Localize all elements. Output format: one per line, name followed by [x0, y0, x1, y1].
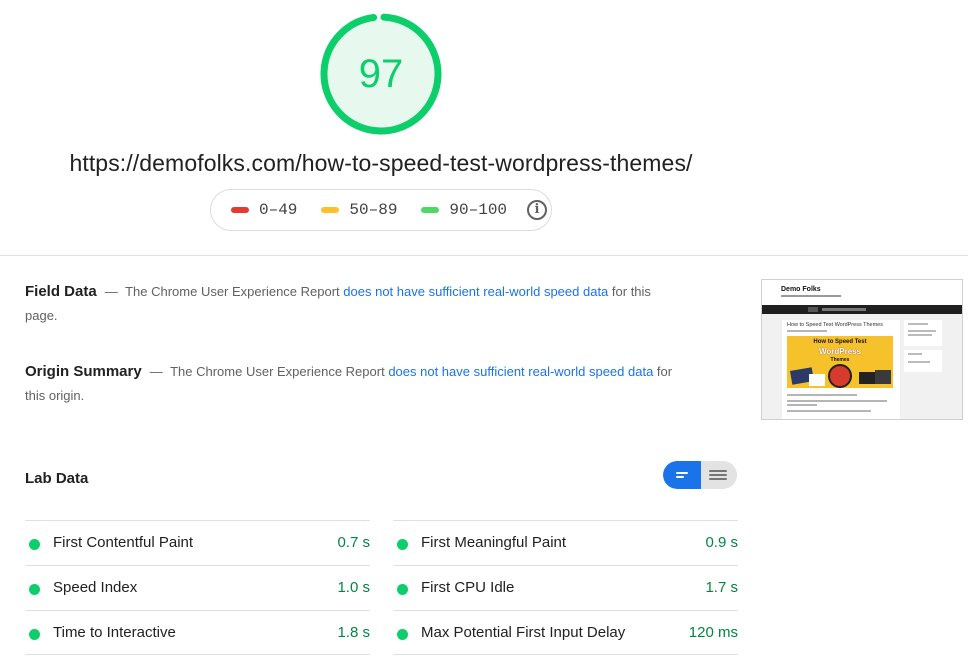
pass-indicator-icon: [29, 539, 40, 550]
thumbnail-text-line: [787, 400, 887, 402]
metric-name: First Contentful Paint: [53, 534, 194, 551]
legend-item-pass: 90–100: [421, 201, 507, 219]
field-data-text: The Chrome User Experience Report: [125, 284, 340, 299]
pass-indicator-icon: [397, 584, 408, 595]
metric-value: 0.9 s: [705, 534, 738, 551]
pass-indicator-icon: [29, 584, 40, 595]
metric-value: 1.0 s: [337, 579, 370, 596]
metric-name: Max Potential First Input Delay: [421, 624, 626, 641]
thumbnail-text-line: [787, 404, 817, 406]
thumbnail-site-header: Demo Folks: [762, 280, 962, 305]
thumbnail-widget-title: [908, 323, 928, 325]
legend-average-label: 50–89: [349, 201, 398, 219]
metric-value: 1.7 s: [705, 579, 738, 596]
metric-max-potential-fid: Max Potential First Input Delay 120 ms: [393, 610, 738, 655]
thumbnail-sidebar-widget: [904, 350, 942, 372]
page-screenshot-thumbnail: Demo Folks How to Speed Test WordPress T…: [761, 279, 963, 420]
performance-score-gauge: 97: [320, 13, 442, 135]
thumbnail-text-line: [787, 410, 871, 412]
metric-first-contentful-paint: First Contentful Paint 0.7 s: [25, 520, 370, 565]
thumbnail-post-meta: [787, 330, 827, 332]
lab-metrics-right-column: First Meaningful Paint 0.9 s First CPU I…: [393, 520, 738, 655]
thumbnail-hero-logo: [828, 364, 852, 388]
info-icon[interactable]: i: [527, 200, 548, 220]
thumbnail-hero-image: How to Speed Test WordPress Themes: [787, 336, 893, 388]
thumbnail-hero-line1: How to Speed Test: [813, 339, 867, 345]
lab-metrics-left-column: First Contentful Paint 0.7 s Speed Index…: [25, 520, 370, 655]
legend-fail-label: 0–49: [259, 201, 298, 219]
field-data-dash: —: [104, 284, 118, 299]
metric-name: First Meaningful Paint: [421, 534, 567, 551]
field-data-link[interactable]: does not have sufficient real-world spee…: [343, 284, 608, 299]
origin-summary-text: The Chrome User Experience Report: [170, 364, 385, 379]
score-legend: 0–49 50–89 90–100 i: [210, 189, 552, 231]
metric-first-cpu-idle: First CPU Idle 1.7 s: [393, 565, 738, 610]
thumbnail-hero-line2: WordPress: [818, 347, 862, 356]
origin-summary-heading: Origin Summary: [25, 363, 142, 380]
thumbnail-site-title: Demo Folks: [781, 286, 821, 293]
legend-fail-bar: [231, 207, 249, 213]
thumbnail-hero-line3: Themes: [830, 357, 850, 363]
legend-item-fail: 0–49: [231, 201, 297, 219]
origin-summary-dash: —: [149, 364, 163, 379]
metrics-view-toggle[interactable]: [663, 461, 737, 489]
bar-view-toggle-button[interactable]: [663, 461, 701, 489]
metric-name: First CPU Idle: [421, 579, 515, 596]
metric-name: Time to Interactive: [53, 624, 176, 641]
metric-value: 0.7 s: [337, 534, 370, 551]
thumbnail-widget-line: [908, 334, 932, 336]
field-data-heading: Field Data: [25, 283, 97, 300]
metric-name: Speed Index: [53, 579, 138, 596]
metric-value: 1.8 s: [337, 624, 370, 641]
thumbnail-post: How to Speed Test WordPress Themes How t…: [782, 320, 900, 419]
thumbnail-hero-shape: [875, 370, 891, 384]
section-divider: [0, 255, 968, 256]
thumbnail-nav-item: [822, 308, 866, 311]
pass-indicator-icon: [397, 629, 408, 640]
list-view-toggle-button[interactable]: [701, 461, 737, 489]
thumbnail-widget-line: [908, 361, 930, 363]
performance-score: 97: [358, 52, 404, 96]
thumbnail-site-tagline: [781, 295, 841, 297]
metric-value: 120 ms: [688, 624, 738, 641]
thumbnail-widget-title: [908, 353, 922, 355]
origin-summary-link[interactable]: does not have sufficient real-world spee…: [388, 364, 653, 379]
legend-pass-label: 90–100: [449, 201, 508, 219]
lab-data-heading: Lab Data: [25, 470, 89, 487]
thumbnail-sidebar-widget: [904, 320, 942, 346]
thumbnail-hero-shape: [809, 374, 825, 386]
thumbnail-post-title: How to Speed Test WordPress Themes: [787, 322, 883, 328]
thumbnail-text-line: [787, 394, 857, 396]
legend-pass-bar: [421, 207, 440, 213]
metric-time-to-interactive: Time to Interactive 1.8 s: [25, 610, 370, 655]
pass-indicator-icon: [397, 539, 408, 550]
legend-item-average: 50–89: [321, 201, 397, 219]
metric-speed-index: Speed Index 1.0 s: [25, 565, 370, 610]
metric-first-meaningful-paint: First Meaningful Paint 0.9 s: [393, 520, 738, 565]
field-data-section: Field Data — The Chrome User Experience R…: [25, 280, 685, 328]
pass-indicator-icon: [29, 629, 40, 640]
thumbnail-nav-bar: [762, 305, 962, 314]
legend-average-bar: [321, 207, 340, 213]
thumbnail-nav-item: [808, 307, 818, 312]
thumbnail-widget-line: [908, 330, 936, 332]
origin-summary-section: Origin Summary — The Chrome User Experien…: [25, 360, 685, 408]
audited-url: https://demofolks.com/how-to-speed-test-…: [69, 150, 693, 176]
